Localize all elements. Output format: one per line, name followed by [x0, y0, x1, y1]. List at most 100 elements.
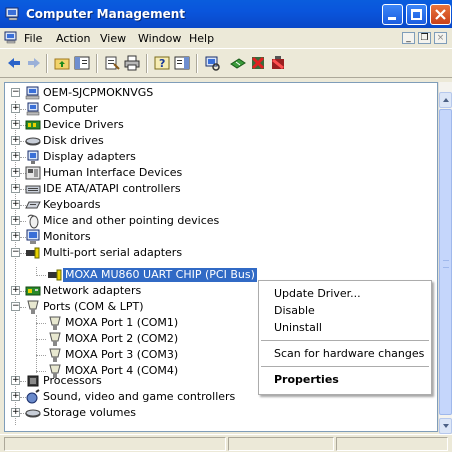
tree-item-moxa-port-1[interactable]: MOXA Port 1 (COM1) [36, 315, 223, 331]
status-cell [4, 437, 226, 451]
tree-item-human-interface-devices[interactable]: + Human Interface Devices [7, 165, 267, 181]
sound-icon [26, 389, 40, 404]
tree-item-label: MOXA Port 1 (COM1) [65, 316, 179, 329]
mdi-close-button[interactable]: × [434, 32, 447, 44]
menu-separator [261, 340, 429, 341]
expand-toggle[interactable]: + [11, 184, 20, 193]
title-bar[interactable]: Computer Management [0, 0, 452, 28]
expand-toggle[interactable]: + [11, 392, 20, 401]
serial-adapter-icon [26, 247, 40, 259]
tree-item-monitors[interactable]: + Monitors [7, 229, 267, 245]
expand-toggle[interactable]: + [11, 408, 20, 417]
menu-item-update-driver[interactable]: Update Driver... [274, 287, 361, 300]
tree-item-moxa-port-3[interactable]: MOXA Port 3 (COM3) [36, 347, 223, 363]
expand-toggle[interactable]: + [11, 232, 20, 241]
expand-toggle[interactable]: + [11, 152, 20, 161]
expand-toggle[interactable]: + [11, 376, 20, 385]
expand-toggle[interactable]: − [11, 302, 20, 311]
scroll-down-button[interactable] [439, 418, 452, 434]
properties-icon[interactable] [104, 55, 120, 71]
expand-toggle[interactable]: + [11, 200, 20, 209]
status-cell [336, 437, 448, 451]
tree-item-ide-ata-atapi-controllers[interactable]: + IDE ATA/ATAPI controllers [7, 181, 267, 197]
disable-device-icon[interactable] [250, 55, 266, 71]
menu-item-properties[interactable]: Properties [274, 373, 339, 386]
tree-item-sound-video-and-game-controllers[interactable]: + Sound, video and game controllers [7, 389, 267, 405]
scroll-thumb[interactable] [439, 109, 452, 415]
scan-hardware-icon[interactable] [204, 55, 220, 71]
tree-item-display-adapters[interactable]: + Display adapters [7, 149, 267, 165]
menu-item-scan-hardware[interactable]: Scan for hardware changes [274, 347, 424, 360]
tree-root-label: OEM-SJCPMOKNVGS [43, 86, 154, 99]
computer-icon [26, 102, 40, 116]
menu-help[interactable]: Help [189, 32, 214, 45]
update-driver-icon[interactable] [230, 55, 246, 71]
expand-toggle[interactable]: + [11, 120, 20, 129]
tree-item-label-selected: MOXA MU860 UART CHIP (PCI Bus) [63, 268, 257, 282]
menu-item-uninstall[interactable]: Uninstall [274, 321, 322, 334]
expand-toggle[interactable]: − [11, 248, 20, 257]
back-arrow-icon[interactable] [6, 55, 22, 71]
menu-file[interactable]: File [24, 32, 42, 45]
svg-text:?: ? [159, 57, 165, 70]
computer-icon [25, 86, 40, 100]
show-hide-tree-icon[interactable] [74, 55, 90, 71]
port-icon [49, 316, 61, 330]
tree-item-multi-port-serial-adapters[interactable]: − Multi-port serial adapters [7, 245, 267, 261]
tree-item-label: Device Drivers [43, 118, 124, 131]
monitor-icon [26, 229, 40, 244]
port-icon [49, 364, 61, 378]
keyboard-icon [25, 201, 41, 209]
expand-toggle[interactable]: + [11, 286, 20, 295]
tree-root[interactable]: − OEM-SJCPMOKNVGS [7, 85, 207, 101]
collapse-root-toggle[interactable]: − [11, 88, 20, 97]
vertical-scrollbar[interactable] [438, 82, 452, 434]
tree-item-label: IDE ATA/ATAPI controllers [43, 182, 181, 195]
tree-item-device-drivers[interactable]: + Device Drivers [7, 117, 267, 133]
context-menu: Update Driver... Disable Uninstall Scan … [258, 280, 432, 395]
expand-toggle[interactable]: + [11, 136, 20, 145]
mdi-restore-button[interactable]: ❐ [418, 32, 431, 44]
disk-drive-icon [25, 137, 41, 146]
tree-item-label: MOXA Port 3 (COM3) [65, 348, 179, 361]
menu-action[interactable]: Action [56, 32, 90, 45]
tree-item-network-adapters[interactable]: + Network adapters [7, 283, 267, 299]
tree-item-label: Storage volumes [43, 406, 137, 419]
menu-bar: File Action View Window Help _ ❐ × [0, 28, 452, 48]
forward-arrow-icon[interactable] [26, 55, 42, 71]
tree-item-keyboards[interactable]: + Keyboards [7, 197, 267, 213]
uninstall-device-icon[interactable] [270, 55, 286, 71]
display-adapter-icon [27, 150, 39, 164]
tree-item-disk-drives[interactable]: + Disk drives [7, 133, 267, 149]
expand-toggle[interactable]: + [11, 216, 20, 225]
tree-item-storage-volumes[interactable]: + Storage volumes [7, 405, 267, 421]
tree-item-moxa-uart[interactable]: MOXA MU860 UART CHIP (PCI Bus) [36, 267, 273, 283]
tree-item-moxa-port-2[interactable]: MOXA Port 2 (COM2) [36, 331, 223, 347]
tree-item-label: MOXA Port 4 (COM4) [65, 364, 179, 377]
show-hide-action-pane-icon[interactable] [174, 55, 190, 71]
tree-item-label: Monitors [43, 230, 91, 243]
tree-item-mice-and-other-pointing-devices[interactable]: + Mice and other pointing devices [7, 213, 267, 229]
mdi-minimize-button[interactable]: _ [402, 32, 415, 44]
print-icon[interactable] [124, 55, 140, 71]
console-window-icon[interactable] [4, 31, 18, 45]
tree-item-computer[interactable]: + Computer [7, 101, 267, 117]
up-folder-icon[interactable] [54, 55, 70, 71]
tree-item-label: MOXA Port 2 (COM2) [65, 332, 179, 345]
menu-view[interactable]: View [100, 32, 126, 45]
menu-item-disable[interactable]: Disable [274, 304, 315, 317]
scroll-up-button[interactable] [439, 92, 452, 108]
maximize-button[interactable] [406, 4, 427, 25]
expand-toggle[interactable]: + [11, 168, 20, 177]
minimize-button[interactable] [382, 4, 403, 25]
tree-item-ports-com-lpt[interactable]: − Ports (COM & LPT) [7, 299, 267, 315]
help-icon[interactable]: ? [154, 55, 170, 71]
menu-window[interactable]: Window [138, 32, 181, 45]
expand-toggle[interactable]: + [11, 104, 20, 113]
hid-icon [25, 166, 41, 180]
tree-item-label: Display adapters [43, 150, 136, 163]
close-button[interactable] [430, 4, 451, 25]
device-drivers-icon [25, 120, 41, 130]
tree-item-label: Keyboards [43, 198, 101, 211]
tree-item-moxa-port-4[interactable]: MOXA Port 4 (COM4) [36, 363, 223, 379]
